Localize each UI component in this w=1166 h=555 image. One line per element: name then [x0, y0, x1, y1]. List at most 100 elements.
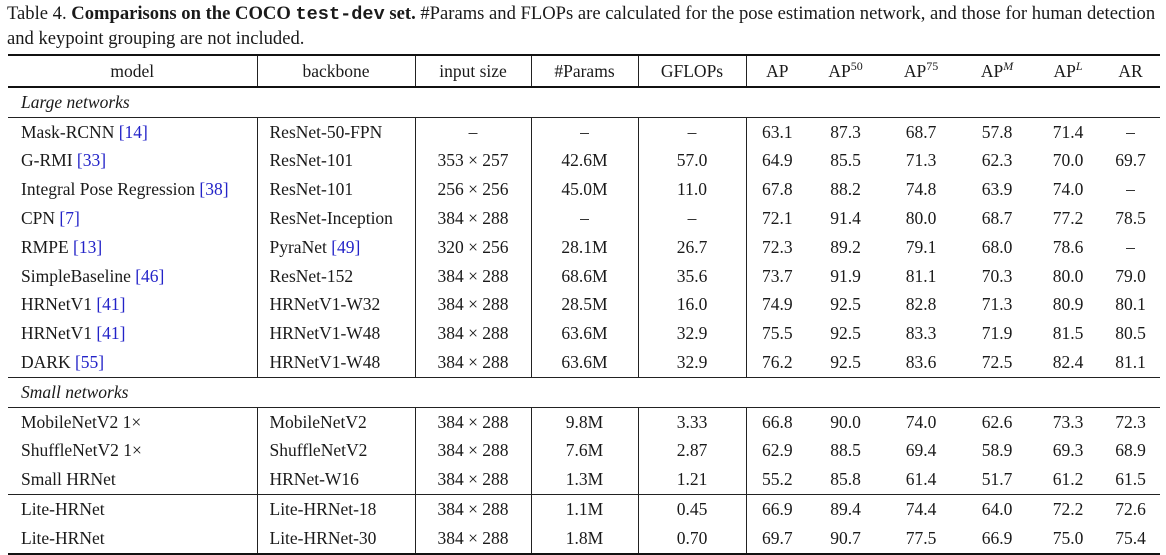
- backbone-name: HRNetV1-W32: [269, 294, 381, 315]
- cell-ap: 74.9: [761, 294, 793, 315]
- cell-gflops: 1.21: [638, 465, 747, 495]
- header-params: #Params: [531, 55, 639, 87]
- cell-model: HRNetV1 [41]: [8, 319, 258, 349]
- cell-backbone: ShuffleNetV2: [257, 436, 416, 466]
- cell-model: ShuffleNetV2 1×: [8, 436, 258, 466]
- cell-input-size: 384 × 288: [415, 523, 532, 554]
- table-row: DARK [55] HRNetV1-W48 384 × 288 63.6M 32.9 76…: [8, 348, 1160, 378]
- cell-ar: –: [1101, 116, 1160, 147]
- cell-ap50: 85.5: [830, 150, 861, 171]
- cell-params: 1.3M: [531, 465, 639, 495]
- cell-ap75: 83.3: [905, 323, 937, 344]
- cell-ap75: 74.8: [905, 179, 937, 200]
- model-name: HRNetV1: [21, 294, 92, 315]
- cell-apm: 71.9: [981, 323, 1013, 344]
- cell-ap: 66.9: [746, 494, 808, 524]
- cell-input-size: 384 × 288: [415, 465, 532, 495]
- table-row: Mask-RCNN [14] ResNet-50-FPN – – –63.1 87.3 68…: [8, 116, 1160, 147]
- cell-model: Integral Pose Regression [38]: [8, 175, 258, 205]
- section-label: Large networks: [21, 91, 130, 112]
- cell-params: 1.1M: [531, 494, 639, 524]
- cell-model: DARK [55]: [8, 348, 258, 378]
- header-ap75-sup: 75: [926, 58, 939, 73]
- section-row: Small networks: [8, 376, 1160, 408]
- cell-params: 28.1M: [531, 232, 639, 262]
- table-row: HRNetV1 [41] HRNetV1-W48 384 × 288 63.6M 32.…: [8, 319, 1160, 349]
- cell-backbone: HRNetV1-W48: [257, 319, 416, 349]
- table-row: MobileNetV2 1× MobileNetV2 384 × 288 9.8M 3.…: [8, 406, 1160, 437]
- section-label: Small networks: [8, 376, 1160, 408]
- caption-title-split: test-dev: [295, 4, 385, 25]
- cell-ap50: 91.4: [830, 208, 861, 229]
- cell-model: Mask-RCNN [14]: [8, 116, 258, 147]
- backbone-name: ResNet-Inception: [269, 208, 393, 229]
- cell-ap75: 79.1: [905, 236, 937, 257]
- backbone-name: ResNet-101: [269, 179, 354, 200]
- cell-model: HRNetV1 [41]: [8, 290, 258, 320]
- cell-model: G-RMI [33]: [8, 146, 258, 176]
- cell-backbone: ResNet-101: [257, 175, 416, 205]
- table-row: RMPE [13] PyraNet [49] 320 × 256 28.1M 26.7 7…: [8, 232, 1160, 262]
- cell-ar: –: [1126, 179, 1135, 200]
- cell-input-size: 353 × 257: [415, 146, 532, 176]
- backbone-name: HRNetV1-W48: [269, 323, 381, 344]
- table-row: G-RMI [33] ResNet-101 353 × 257 42.6M 57.0 64…: [8, 146, 1160, 176]
- cell-backbone: ResNet-152: [257, 261, 416, 291]
- header-apm-sup: M: [1003, 58, 1014, 73]
- citation-link[interactable]: [38]: [199, 179, 228, 199]
- caption-label: Table 4.: [7, 3, 72, 24]
- citation-link[interactable]: [49]: [331, 237, 360, 257]
- section-row: Large networks: [8, 87, 1160, 117]
- cell-ap: 75.5: [761, 323, 793, 344]
- citation-link[interactable]: [55]: [75, 352, 104, 372]
- table-row: CPN [7] ResNet-Inception 384 × 288– –72.1 91…: [8, 204, 1160, 233]
- cell-ap50: 92.5: [830, 352, 861, 373]
- citation-link[interactable]: [46]: [135, 266, 164, 286]
- header-ap50-sup: 50: [850, 58, 863, 73]
- cell-ar: 79.0: [1115, 265, 1146, 286]
- header-ap50-base: AP: [828, 60, 851, 81]
- cell-input-size: 320 × 256: [415, 232, 532, 262]
- citation-link[interactable]: [41]: [96, 323, 125, 343]
- cell-ap: 72.3: [761, 236, 793, 257]
- cell-ar: 68.9: [1115, 440, 1146, 461]
- citation-link[interactable]: [41]: [96, 294, 125, 314]
- cell-gflops: 26.7: [638, 232, 747, 262]
- cell-ar: –: [1126, 236, 1135, 257]
- header-backbone: backbone: [257, 55, 416, 87]
- cell-model: Lite-HRNet: [8, 523, 258, 554]
- backbone-name: MobileNetV2: [269, 411, 367, 432]
- caption-title: Comparisons on the COCO test-dev set.: [71, 3, 415, 25]
- header-gflops: GFLOPs: [638, 55, 747, 87]
- backbone-name: ResNet-50-FPN: [269, 121, 383, 142]
- cell-gflops: 3.33: [638, 406, 747, 437]
- comparison-table: model backbone input size #Params GFLOPs…: [8, 54, 1160, 555]
- cell-input-size: 384 × 288: [415, 494, 532, 524]
- citation-link[interactable]: [14]: [119, 122, 148, 142]
- table-row: HRNetV1 [41] HRNetV1-W32 384 × 288 28.5M 16.…: [8, 290, 1160, 320]
- model-name: MobileNetV2 1×: [21, 411, 142, 432]
- cell-gflops: –: [638, 116, 747, 147]
- cell-apl: 70.0: [1052, 150, 1084, 171]
- cell-apl: 77.2: [1052, 208, 1084, 229]
- cell-gflops: 0.45: [638, 494, 747, 524]
- cell-input-size: 384 × 288: [415, 290, 532, 320]
- cell-ap: 63.1: [746, 116, 808, 147]
- citation-link[interactable]: [13]: [73, 237, 102, 257]
- citation-link[interactable]: [7]: [59, 208, 79, 228]
- model-name: HRNetV1: [21, 323, 92, 344]
- citation-link[interactable]: [33]: [77, 150, 106, 170]
- header-apl-base: AP: [1053, 60, 1076, 81]
- cell-params: 63.6M: [531, 319, 639, 349]
- cell-backbone: HRNetV1-W48: [257, 348, 416, 378]
- cell-model: MobileNetV2 1×: [8, 406, 258, 437]
- table-row: Lite-HRNet Lite-HRNet-30 384 × 288 1.8M 0.70…: [8, 523, 1160, 554]
- backbone-name: PyraNet: [269, 236, 327, 257]
- cell-gflops: 35.6: [638, 261, 747, 291]
- model-name: RMPE: [21, 236, 69, 257]
- cell-params: –: [531, 116, 639, 147]
- model-name: CPN: [21, 208, 56, 229]
- cell-gflops: 0.70: [638, 523, 747, 554]
- cell-apm: 62.3: [981, 150, 1013, 171]
- model-name: G-RMI: [21, 150, 73, 171]
